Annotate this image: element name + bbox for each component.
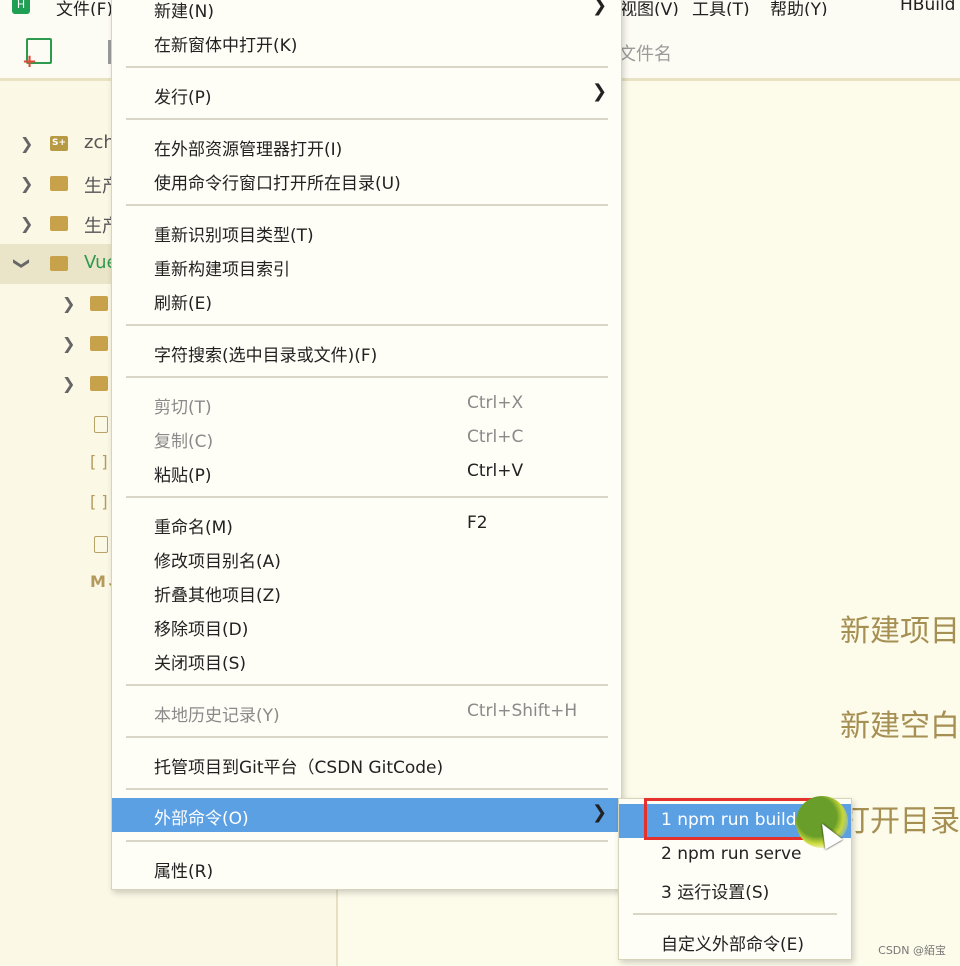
json-icon: [ ]	[90, 492, 108, 511]
shortcut-label: F2	[467, 513, 488, 533]
menu-item-publish[interactable]: 发行(P) ❯	[112, 77, 621, 111]
menu-item-refresh[interactable]: 刷新(E)	[112, 283, 621, 317]
shortcut-label: Ctrl+X	[467, 393, 524, 413]
menu-item-open-new-window[interactable]: 在新窗体中打开(K)	[112, 25, 621, 59]
shortcut-label: Ctrl+C	[467, 427, 524, 447]
menu-separator	[126, 118, 608, 120]
menu-help[interactable]: 帮助(Y)	[770, 0, 828, 16]
menu-item-rename[interactable]: 重命名(M) F2	[112, 507, 621, 541]
open-dir-link[interactable]: 打开目录	[840, 796, 960, 840]
menu-separator	[633, 913, 837, 915]
folder-icon	[90, 376, 108, 391]
menu-separator	[126, 684, 608, 686]
menu-item-open-explorer[interactable]: 在外部资源管理器打开(I)	[112, 129, 621, 163]
menu-item-open-cmd[interactable]: 使用命令行窗口打开所在目录(U)	[112, 163, 621, 197]
menu-item-label: 在外部资源管理器打开(I)	[154, 140, 343, 160]
file-icon	[94, 536, 108, 553]
chevron-right-icon[interactable]: ❯	[62, 374, 75, 393]
menu-item-collapse[interactable]: 折叠其他项目(Z)	[112, 575, 621, 609]
menu-item-label: 发行(P)	[154, 88, 212, 108]
chevron-right-icon[interactable]: ❯	[62, 334, 75, 353]
menu-item-label: 剪切(T)	[154, 398, 212, 418]
submenu-item-run-settings[interactable]: 3 运行设置(S)	[619, 872, 851, 906]
menu-item-copy[interactable]: 复制(C) Ctrl+C	[112, 421, 621, 455]
menu-tools[interactable]: 工具(T)	[692, 0, 750, 16]
folder-icon	[50, 256, 68, 271]
menu-item-label: 托管项目到Git平台（CSDN GitCode)	[154, 758, 444, 778]
menu-item-history[interactable]: 本地历史记录(Y) Ctrl+Shift+H	[112, 695, 621, 729]
menu-item-label: 字符搜索(选中目录或文件)(F)	[154, 346, 378, 366]
chevron-right-icon[interactable]: ❯	[20, 174, 33, 193]
app-title: HBuild	[900, 0, 956, 15]
context-menu: 新建(N) ❯ 在新窗体中打开(K) 发行(P) ❯ 在外部资源管理器打开(I)…	[111, 0, 622, 890]
chevron-right-icon: ❯	[592, 0, 608, 16]
menu-item-search[interactable]: 字符搜索(选中目录或文件)(F)	[112, 335, 621, 369]
menu-item-remove[interactable]: 移除项目(D)	[112, 609, 621, 643]
menu-item-new[interactable]: 新建(N) ❯	[112, 0, 621, 25]
menu-item-label: 重命名(M)	[154, 518, 233, 538]
chevron-right-icon: ❯	[592, 81, 608, 102]
menu-separator	[126, 840, 608, 842]
menu-item-git[interactable]: 托管项目到Git平台（CSDN GitCode)	[112, 747, 621, 781]
chevron-right-icon[interactable]: ❯	[20, 134, 33, 153]
menu-view[interactable]: 视图(V)	[620, 0, 679, 16]
menu-item-properties[interactable]: 属性(R)	[112, 851, 621, 885]
folder-icon	[90, 336, 108, 351]
menu-item-rebuild-index[interactable]: 重新构建项目索引	[112, 249, 621, 283]
menu-item-label: 重新识别项目类型(T)	[154, 226, 314, 246]
shortcut-label: Ctrl+Shift+H	[467, 701, 578, 721]
menu-separator	[126, 788, 608, 790]
menu-item-alias[interactable]: 修改项目别名(A)	[112, 541, 621, 575]
menu-item-label: 3 运行设置(S)	[661, 883, 770, 903]
project-icon: S+	[50, 136, 68, 151]
submenu-item-custom-command[interactable]: 自定义外部命令(E)	[619, 924, 851, 958]
menu-item-label: 粘贴(P)	[154, 466, 212, 486]
highlight-annotation-box	[644, 798, 820, 840]
menu-file[interactable]: 文件(F)	[56, 0, 113, 16]
menu-separator	[126, 376, 608, 378]
menu-item-label: 新建(N)	[154, 2, 214, 22]
menu-item-label: 折叠其他项目(Z)	[154, 586, 281, 606]
new-blank-link[interactable]: 新建空白	[840, 701, 960, 745]
menu-item-external-commands[interactable]: 外部命令(O) ❯	[112, 798, 621, 832]
chevron-right-icon[interactable]: ❯	[62, 294, 75, 313]
menu-item-cut[interactable]: 剪切(T) Ctrl+X	[112, 387, 621, 421]
menu-item-label: 本地历史记录(Y)	[154, 706, 280, 726]
menu-item-label: 属性(R)	[154, 862, 214, 882]
folder-icon	[50, 216, 68, 231]
chevron-right-icon[interactable]: ❯	[20, 214, 33, 233]
file-icon	[94, 416, 108, 433]
menu-item-paste[interactable]: 粘贴(P) Ctrl+V	[112, 455, 621, 489]
menu-item-label: 在新窗体中打开(K)	[154, 36, 298, 56]
menu-item-label: 刷新(E)	[154, 294, 213, 314]
file-search-hint[interactable]: 文件名	[618, 40, 672, 66]
folder-icon	[90, 296, 108, 311]
menu-separator	[126, 66, 608, 68]
menu-item-label: 移除项目(D)	[154, 620, 249, 640]
watermark: CSDN @絔宝	[878, 944, 946, 957]
menu-separator	[126, 324, 608, 326]
menu-item-close[interactable]: 关闭项目(S)	[112, 643, 621, 677]
menu-item-label: 使用命令行窗口打开所在目录(U)	[154, 174, 401, 194]
menu-separator	[126, 736, 608, 738]
hbuilder-logo: H	[12, 0, 30, 14]
menu-item-label: 关闭项目(S)	[154, 654, 247, 674]
new-project-link[interactable]: 新建项目	[840, 606, 960, 650]
shortcut-label: Ctrl+V	[467, 461, 524, 481]
new-file-icon[interactable]	[22, 38, 52, 72]
menu-separator	[126, 496, 608, 498]
menu-item-label: 外部命令(O)	[154, 809, 249, 829]
chevron-right-icon: ❯	[592, 802, 608, 823]
menu-item-label: 修改项目别名(A)	[154, 552, 281, 572]
menu-item-label: 重新构建项目索引	[154, 260, 290, 280]
menu-item-reidentify[interactable]: 重新识别项目类型(T)	[112, 215, 621, 249]
menu-item-label: 2 npm run serve	[661, 844, 802, 864]
chevron-down-icon[interactable]: ❯	[13, 257, 32, 270]
json-icon: [ ]	[90, 452, 108, 471]
folder-icon	[50, 176, 68, 191]
menu-item-label: 复制(C)	[154, 432, 214, 452]
menu-separator	[126, 204, 608, 206]
menu-item-label: 自定义外部命令(E)	[661, 935, 805, 955]
